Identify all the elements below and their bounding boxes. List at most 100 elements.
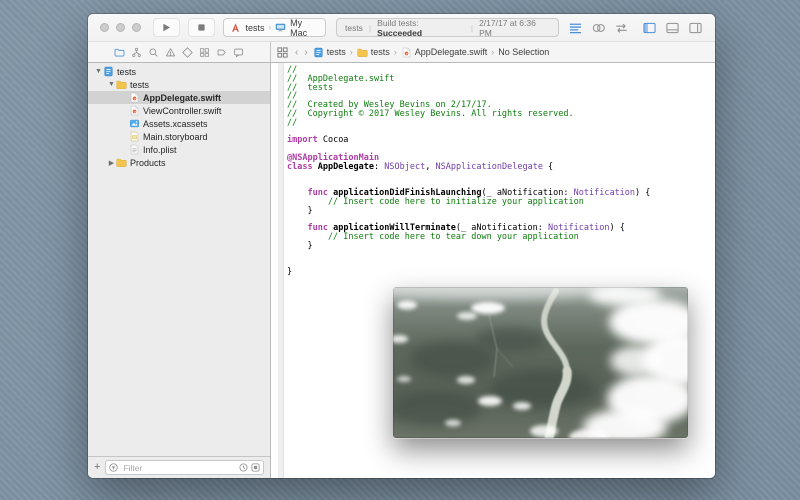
play-icon — [162, 23, 171, 32]
activity-message: Build tests: Succeeded — [377, 18, 465, 38]
navigator-toggle-button[interactable] — [643, 22, 657, 34]
tree-item-products[interactable]: ▶ Products — [88, 156, 270, 169]
minimize-button[interactable] — [116, 23, 125, 32]
tree-item-appdelegate-swift[interactable]: AppDelegate.swift — [88, 91, 270, 104]
breadcrumb-segment[interactable]: No Selection — [498, 47, 549, 57]
activity-divider: | — [471, 23, 473, 33]
focus-ribbon — [278, 63, 284, 478]
related-items-icon[interactable] — [277, 47, 288, 58]
filter-funnel-icon — [109, 463, 118, 472]
breadcrumb-segment[interactable]: tests — [357, 47, 390, 58]
tree-item-label: Main.storyboard — [143, 132, 208, 142]
scheme-name: tests — [245, 23, 264, 33]
issue-navigator-icon[interactable] — [164, 46, 177, 59]
tree-item-label: Products — [130, 158, 166, 168]
activity-project: tests — [345, 23, 363, 33]
plist-icon — [129, 144, 140, 155]
scheme-destination: My Mac — [290, 18, 319, 38]
my-mac-icon — [275, 22, 286, 33]
tree-item-label: Info.plist — [143, 145, 177, 155]
tree-item-viewcontroller-swift[interactable]: ViewController.swift — [88, 104, 270, 117]
file-tree: ▼tests▼testsAppDelegate.swiftViewControl… — [88, 63, 270, 456]
inspectors-toggle-button[interactable] — [689, 22, 703, 34]
tree-item-label: ViewController.swift — [143, 106, 221, 116]
test-navigator-icon[interactable] — [181, 46, 194, 59]
navigator-filter-bar: + — [88, 456, 270, 478]
filter-input[interactable] — [121, 462, 236, 474]
sub-toolbar: ‹ › tests›tests›AppDelegate.swift›No Sel… — [88, 42, 715, 63]
breadcrumb-label: tests — [371, 47, 390, 57]
jump-bar[interactable]: ‹ › tests›tests›AppDelegate.swift›No Sel… — [271, 42, 715, 62]
code-line: // Insert code here to tear down your ap… — [287, 233, 715, 242]
breadcrumb-segment[interactable]: AppDelegate.swift — [401, 47, 488, 58]
tree-item-label: tests — [117, 67, 136, 77]
code-line: } — [287, 268, 715, 277]
find-navigator-icon[interactable] — [147, 46, 160, 59]
tree-item-assets-xcassets[interactable]: Assets.xcassets — [88, 117, 270, 130]
assistant-editor-button[interactable] — [592, 22, 606, 34]
code-line: // Insert code here to initialize your a… — [287, 198, 715, 207]
code-line: // Copyright © 2017 Wesley Bevins. All r… — [287, 110, 715, 119]
disclosure-triangle-icon[interactable]: ▶ — [107, 159, 116, 167]
run-button[interactable] — [153, 18, 180, 37]
panel-toggle-buttons — [643, 22, 703, 34]
source-control-navigator-icon[interactable] — [130, 46, 143, 59]
add-file-button[interactable]: + — [94, 462, 100, 473]
tree-item-main-storyboard[interactable]: Main.storyboard — [88, 130, 270, 143]
debug-area-toggle-button[interactable] — [666, 22, 680, 34]
scheme-separator: › — [268, 23, 271, 32]
disclosure-triangle-icon[interactable]: ▼ — [107, 81, 116, 88]
zoom-button[interactable] — [132, 23, 141, 32]
back-button[interactable]: ‹ — [294, 47, 299, 58]
tree-item-tests[interactable]: ▼tests — [88, 78, 270, 91]
code-line: } — [287, 207, 715, 216]
traffic-lights — [100, 23, 141, 32]
report-navigator-icon[interactable] — [232, 46, 245, 59]
tree-item-info-plist[interactable]: Info.plist — [88, 143, 270, 156]
aerial-video-frame — [393, 287, 688, 438]
folder-icon — [116, 157, 127, 168]
swift-file-icon — [129, 92, 140, 103]
code-line: // AppDelegate.swift — [287, 75, 715, 84]
tree-item-label: Assets.xcassets — [143, 119, 208, 129]
tree-item-tests[interactable]: ▼ tests — [88, 65, 270, 78]
filter-field[interactable] — [105, 460, 264, 475]
disclosure-triangle-icon[interactable]: ▼ — [94, 68, 103, 75]
breadcrumb-separator: › — [350, 47, 353, 57]
storyboard-icon — [129, 131, 140, 142]
breakpoint-navigator-icon[interactable] — [215, 46, 228, 59]
activity-result: Succeeded — [377, 28, 422, 38]
code-line — [287, 260, 715, 269]
breadcrumb-separator: › — [394, 47, 397, 57]
tree-item-label: AppDelegate.swift — [143, 93, 221, 103]
video-overlay[interactable] — [393, 287, 688, 438]
version-editor-button[interactable] — [615, 22, 629, 34]
code-line: // — [287, 119, 715, 128]
activity-viewer: tests | Build tests: Succeeded | 2/17/17… — [336, 18, 559, 37]
code-line: } — [287, 242, 715, 251]
code-line — [287, 128, 715, 137]
project-navigator-panel: ▼tests▼testsAppDelegate.swiftViewControl… — [88, 63, 271, 478]
app-scheme-icon — [230, 22, 241, 33]
debug-navigator-icon[interactable] — [198, 46, 211, 59]
breadcrumb[interactable]: tests›tests›AppDelegate.swift›No Selecti… — [313, 47, 550, 58]
standard-editor-button[interactable] — [569, 22, 583, 34]
stop-icon — [197, 23, 206, 32]
source-control-status-icon[interactable] — [251, 463, 260, 472]
code-line: // tests — [287, 84, 715, 93]
close-button[interactable] — [100, 23, 109, 32]
breadcrumb-segment[interactable]: tests — [313, 47, 346, 58]
breadcrumb-label: No Selection — [498, 47, 549, 57]
recent-files-icon[interactable] — [239, 463, 248, 472]
project-navigator-icon[interactable] — [113, 46, 126, 59]
code-line — [287, 172, 715, 181]
assets-icon — [129, 118, 140, 129]
project-file-icon — [313, 47, 324, 58]
folder-icon — [116, 79, 127, 90]
folder-icon — [357, 47, 368, 58]
forward-button[interactable]: › — [303, 47, 308, 58]
scheme-selector[interactable]: tests › My Mac — [223, 18, 326, 37]
stop-button[interactable] — [188, 18, 215, 37]
editor-mode-buttons — [569, 22, 629, 34]
code-area[interactable]: //// AppDelegate.swift// tests//// Creat… — [287, 66, 715, 277]
